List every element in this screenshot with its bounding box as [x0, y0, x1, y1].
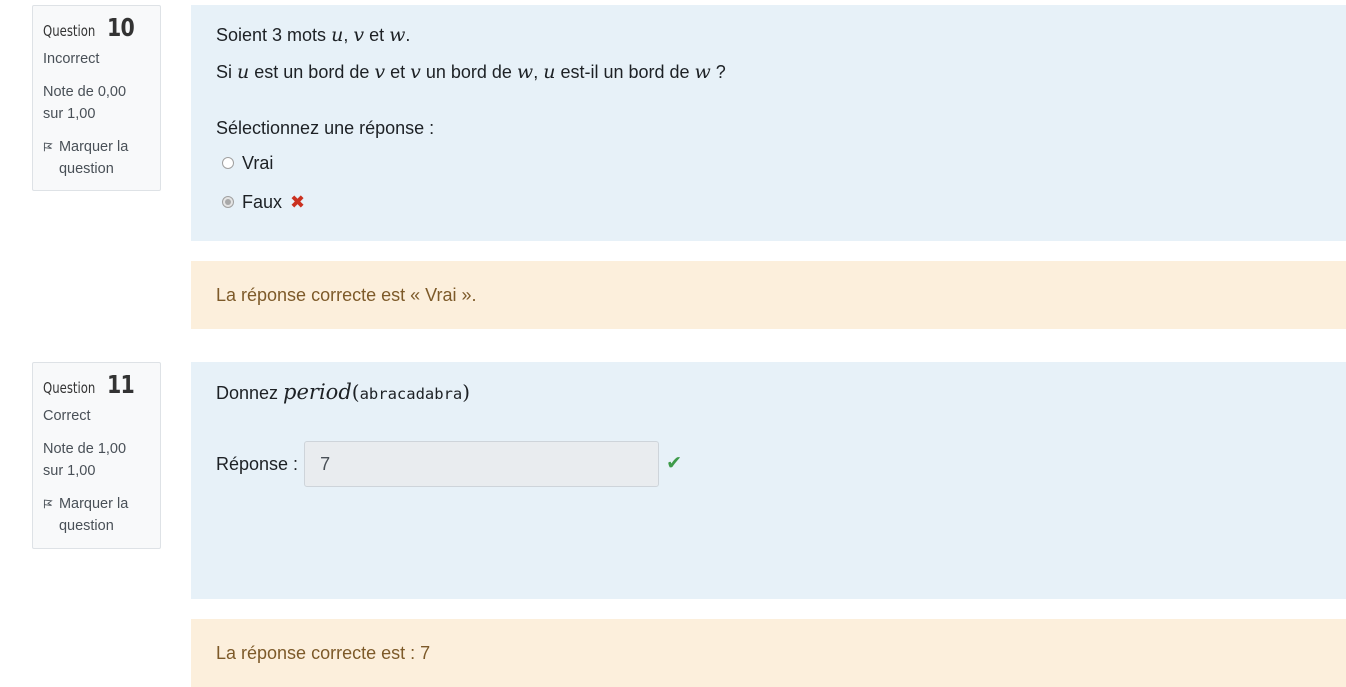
answer-prompt: Sélectionnez une réponse : — [216, 118, 435, 138]
correct-answer-text: La réponse correcte est : 7 — [216, 642, 431, 663]
flag-label: Marquer la question — [58, 496, 129, 534]
feedback-10: La réponse correcte est « Vrai ». — [191, 261, 1346, 329]
question-grade: Note de 0,00 sur 1,00 — [43, 84, 127, 122]
feedback-11: La réponse correcte est : 7 — [191, 619, 1346, 687]
question-content-11: Donnez period(abracadabra) Réponse : 7 ✔ — [191, 362, 1346, 599]
answer-row: Réponse : 7 ✔ — [216, 441, 1326, 487]
cross-icon: ✖ — [290, 191, 306, 212]
flag-question-button[interactable]: Marquer la question — [43, 493, 150, 537]
option-label: Faux — [242, 191, 283, 212]
question-info-10: Question 10 Incorrect Note de 0,00 sur 1… — [32, 5, 161, 191]
question-state: Correct — [43, 408, 91, 424]
option-label: Vrai — [242, 152, 274, 173]
correct-answer-text: La réponse correcte est « Vrai ». — [216, 284, 477, 305]
question-text: Donnez period(abracadabra) — [216, 380, 471, 404]
radio-faux[interactable] — [222, 195, 234, 208]
check-icon: ✔ — [666, 453, 682, 474]
question-state: Incorrect — [43, 51, 100, 67]
radio-vrai[interactable] — [222, 156, 234, 169]
option-faux[interactable]: Faux ✖ — [222, 182, 1326, 221]
question-grade: Note de 1,00 sur 1,00 — [43, 441, 127, 479]
answer-input[interactable]: 7 — [304, 441, 660, 487]
flag-label: Marquer la question — [58, 139, 129, 177]
question-number: Question 11 — [43, 370, 134, 399]
question-number: Question 10 — [43, 13, 134, 42]
question-text-line-2: Si u est un bord de v et v un bord de w,… — [216, 61, 726, 83]
answer-label: Réponse : — [216, 454, 299, 474]
flag-question-button[interactable]: Marquer la question — [43, 136, 150, 180]
question-content-10: Soient 3 mots u, v et w. Si u est un bor… — [191, 5, 1346, 241]
flag-icon — [43, 142, 53, 152]
question-info-11: Question 11 Correct Note de 1,00 sur 1,0… — [32, 362, 161, 549]
flag-icon — [43, 499, 53, 509]
option-vrai[interactable]: Vrai — [222, 143, 1326, 182]
question-text: Soient 3 mots u, v et w. — [216, 24, 411, 46]
